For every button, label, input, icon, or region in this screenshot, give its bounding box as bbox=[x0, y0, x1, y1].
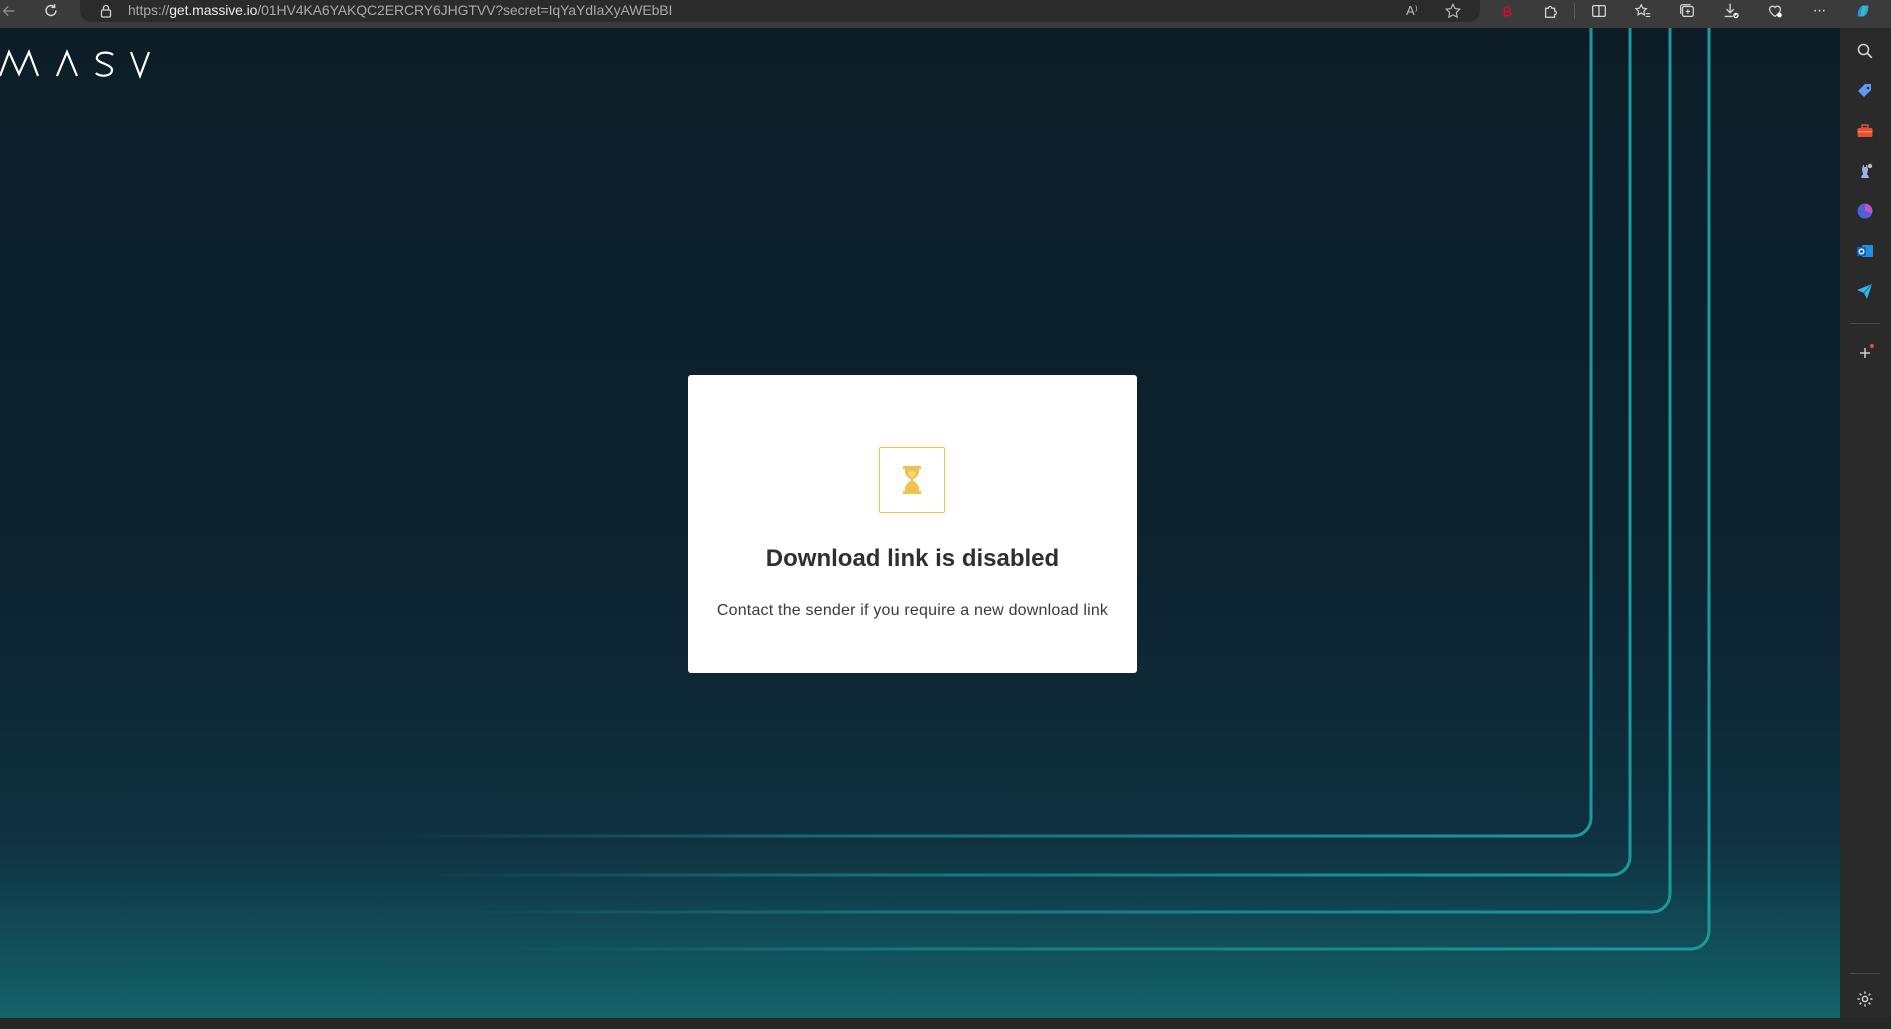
refresh-button[interactable] bbox=[38, 0, 64, 22]
lock-icon[interactable] bbox=[98, 3, 114, 19]
puzzle-icon bbox=[1544, 5, 1558, 18]
dialog-message: Contact the sender if you require a new … bbox=[716, 602, 1109, 619]
hourglass-icon-box bbox=[879, 447, 945, 513]
sidebar-search-button[interactable] bbox=[1854, 40, 1876, 62]
refresh-icon bbox=[45, 4, 57, 17]
sidebar-add-button[interactable] bbox=[1854, 342, 1876, 364]
toolbar-divider bbox=[1574, 3, 1575, 19]
sidebar-outlook-button[interactable] bbox=[1854, 240, 1876, 262]
plus-icon bbox=[1860, 344, 1874, 358]
browser-toolbar: https://get.massive.io/01HV4KA6YAKQC2ERC… bbox=[0, 0, 1891, 28]
copilot-icon bbox=[1857, 5, 1869, 17]
favorites-button[interactable] bbox=[1630, 0, 1656, 22]
outlook-icon bbox=[1857, 245, 1873, 257]
more-menu-button[interactable]: ··· bbox=[1806, 0, 1832, 22]
favorite-star-icon[interactable] bbox=[1444, 2, 1462, 20]
back-button[interactable] bbox=[0, 0, 22, 22]
browser-essentials-button[interactable] bbox=[1762, 0, 1788, 22]
back-arrow-icon bbox=[2, 5, 15, 17]
collections-button[interactable] bbox=[1674, 0, 1700, 22]
split-screen-icon bbox=[1592, 4, 1606, 18]
url-path: /01HV4KA6YAKQC2ERCRY6JHGTVV?secret=IqYaY… bbox=[257, 2, 673, 18]
extensions-button[interactable] bbox=[1538, 0, 1564, 22]
browser-sidebar bbox=[1840, 28, 1891, 1018]
microsoft-365-icon bbox=[1857, 203, 1873, 219]
address-bar[interactable]: https://get.massive.io/01HV4KA6YAKQC2ERC… bbox=[80, 0, 1480, 22]
chess-piece-icon bbox=[1861, 163, 1873, 178]
svg-text:B: B bbox=[1503, 4, 1513, 19]
url-prefix: https:// bbox=[128, 2, 170, 18]
masv-logo[interactable] bbox=[0, 44, 160, 84]
favorites-list-icon bbox=[1634, 3, 1651, 17]
sidebar-divider bbox=[1850, 323, 1880, 324]
window-bottom-edge bbox=[0, 1018, 1891, 1029]
sidebar-games-button[interactable] bbox=[1854, 160, 1876, 182]
paper-plane-icon bbox=[1857, 283, 1873, 299]
heart-pulse-icon bbox=[1768, 5, 1782, 18]
sidebar-bottom-divider bbox=[1850, 973, 1880, 974]
url-text[interactable]: https://get.massive.io/01HV4KA6YAKQC2ERC… bbox=[128, 2, 672, 18]
b-extension-icon: B bbox=[1503, 4, 1513, 19]
search-icon bbox=[1857, 43, 1873, 59]
url-domain: get.massive.io bbox=[169, 2, 258, 18]
sidebar-m365-button[interactable] bbox=[1854, 200, 1876, 222]
collections-icon bbox=[1680, 4, 1694, 18]
link-disabled-dialog: Download link is disabled Contact the se… bbox=[688, 375, 1137, 673]
page-viewport: Download link is disabled Contact the se… bbox=[0, 28, 1840, 1018]
downloads-button[interactable] bbox=[1718, 0, 1744, 22]
sidebar-send-button[interactable] bbox=[1854, 280, 1876, 302]
download-icon bbox=[1724, 3, 1739, 19]
sidebar-settings-button[interactable] bbox=[1854, 988, 1876, 1010]
dialog-title: Download link is disabled bbox=[765, 545, 1060, 572]
extension-b-button[interactable]: B bbox=[1494, 0, 1520, 22]
split-screen-button[interactable] bbox=[1586, 0, 1612, 22]
sidebar-shopping-button[interactable] bbox=[1854, 80, 1876, 102]
toolbox-icon bbox=[1857, 124, 1873, 137]
shopping-tag-icon bbox=[1858, 84, 1871, 97]
hourglass-icon bbox=[903, 466, 921, 494]
sidebar-tools-button[interactable] bbox=[1854, 120, 1876, 142]
gear-icon bbox=[1857, 991, 1873, 1007]
copilot-button[interactable] bbox=[1850, 0, 1876, 22]
read-aloud-icon[interactable]: A⁾ bbox=[1406, 3, 1418, 19]
